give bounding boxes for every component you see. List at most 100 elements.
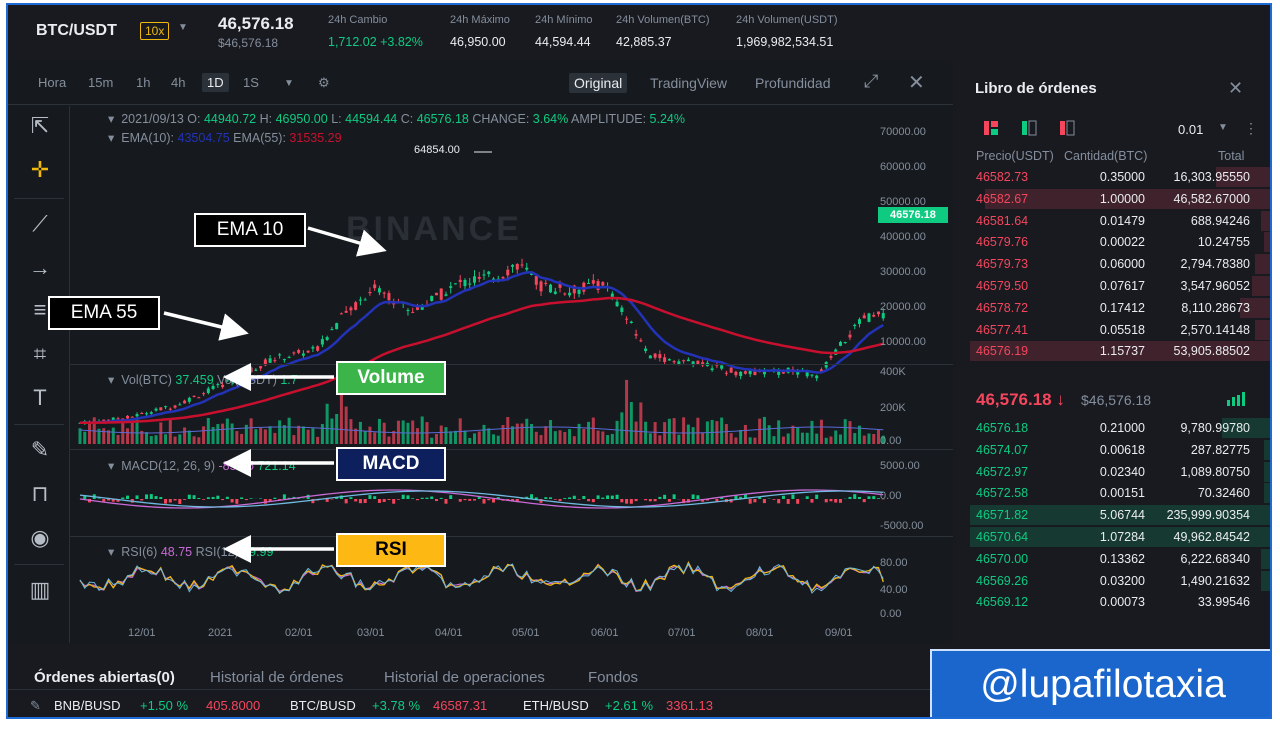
timeframe-1h[interactable]: 1h <box>136 75 150 90</box>
macd-bar <box>282 494 286 499</box>
view-profundidad[interactable]: Profundidad <box>755 75 831 91</box>
tab-funds[interactable]: Fondos <box>588 669 638 686</box>
ticker-pair[interactable]: BTC/BUSD <box>290 698 356 713</box>
candle-body <box>682 360 686 362</box>
cursor-icon[interactable]: ⇱ <box>26 112 54 140</box>
tab-open-orders[interactable]: Órdenes abiertas(0) <box>34 669 175 686</box>
macd-bar <box>449 495 453 499</box>
volume-usdt-label: Vol(USDT) <box>217 373 277 387</box>
chevron-down-icon[interactable]: ▾ <box>108 131 118 145</box>
more-icon[interactable]: ⋮ <box>1244 120 1258 137</box>
volume-bar <box>173 436 177 444</box>
chevron-down-icon[interactable]: ▾ <box>108 545 118 559</box>
ask-row[interactable]: 46579.50 0.07617 3,547.96052 <box>956 275 1270 297</box>
candle-body <box>254 369 258 371</box>
chevron-down-icon[interactable]: ▼ <box>1218 122 1228 133</box>
macd-bar <box>183 499 187 500</box>
lock-icon[interactable]: ⊓ <box>26 480 54 508</box>
candle-body <box>349 307 353 311</box>
trash-icon[interactable]: ▥ <box>26 576 54 604</box>
legend-o-label: O: <box>187 112 201 126</box>
candle-body <box>872 314 876 317</box>
close-icon[interactable]: ✕ <box>908 70 925 95</box>
candle-body <box>853 324 857 327</box>
macd-bar <box>568 497 572 499</box>
bid-row[interactable]: 46569.26 0.03200 1,490.21632 <box>956 570 1270 592</box>
bid-row[interactable]: 46576.18 0.21000 9,780.99780 <box>956 417 1270 439</box>
ask-row[interactable]: 46578.72 0.17412 8,110.28673 <box>956 297 1270 319</box>
expand-icon[interactable]: ⤢ <box>864 71 878 92</box>
tab-order-history[interactable]: Historial de órdenes <box>210 669 343 686</box>
ticker-pair[interactable]: BNB/BUSD <box>54 698 120 713</box>
annotation-volume: Volume <box>336 361 446 395</box>
row-total: 49,962.84542 <box>1173 530 1250 544</box>
chevron-down-icon[interactable]: ▼ <box>284 78 294 89</box>
candle-body <box>625 318 629 320</box>
text-icon[interactable]: T <box>26 384 54 412</box>
ask-row[interactable]: 46579.76 0.00022 10.24755 <box>956 231 1270 253</box>
eye-icon[interactable]: ◉ <box>26 524 54 552</box>
book-asks-icon[interactable] <box>1058 119 1076 137</box>
legend-low: 44594.44 <box>345 112 398 126</box>
ask-row[interactable]: 46579.73 0.06000 2,794.78380 <box>956 253 1270 275</box>
bid-row[interactable]: 46574.07 0.00618 287.82775 <box>956 439 1270 461</box>
chevron-down-icon[interactable]: ▼ <box>178 22 188 33</box>
volume-bar <box>824 437 828 444</box>
ask-row[interactable]: 46581.64 0.01479 688.94246 <box>956 210 1270 232</box>
timeframe-hora[interactable]: Hora <box>38 75 66 90</box>
timeframe-15m[interactable]: 15m <box>88 75 113 90</box>
tab-trade-history[interactable]: Historial de operaciones <box>384 669 545 686</box>
ohlc-legend: ▾ 2021/09/13 O: 44940.72 H: 46950.00 L: … <box>108 111 685 126</box>
timeframe-4h[interactable]: 4h <box>171 75 185 90</box>
candle-body <box>472 276 476 283</box>
view-original[interactable]: Original <box>569 73 628 93</box>
macd-bar <box>206 497 210 499</box>
bid-row[interactable]: 46570.64 1.07284 49,962.84542 <box>956 526 1270 548</box>
shape-icon[interactable]: ⌗ <box>26 340 54 368</box>
view-tradingview[interactable]: TradingView <box>650 75 727 91</box>
chevron-down-icon[interactable]: ▾ <box>108 459 118 473</box>
macd-bar <box>420 497 424 499</box>
settings-sliders-icon[interactable]: ⚙ <box>318 75 330 91</box>
bid-row[interactable]: 46572.58 0.00151 70.32460 <box>956 482 1270 504</box>
row-price: 46572.97 <box>976 464 1029 479</box>
ask-row[interactable]: 46576.19 1.15737 53,905.88502 <box>956 340 1270 362</box>
ask-row[interactable]: 46582.67 1.00000 46,582.67000 <box>956 188 1270 210</box>
close-icon[interactable]: ✕ <box>1228 78 1243 99</box>
current-price-tag: 46576.18 <box>878 207 948 223</box>
ticker-price: 3361.13 <box>666 698 713 713</box>
edit-icon[interactable]: ✎ <box>26 436 54 464</box>
volume-bar <box>615 420 619 444</box>
symbol-selector[interactable]: BTC/USDT <box>36 22 117 40</box>
volume-bar <box>387 436 391 444</box>
ask-row[interactable]: 46577.41 0.05518 2,570.14148 <box>956 319 1270 341</box>
edit-icon[interactable]: ✎ <box>30 698 41 714</box>
ticker-pair[interactable]: ETH/BUSD <box>523 698 589 713</box>
candle-body <box>430 295 434 301</box>
ask-row[interactable]: 46582.73 0.35000 16,303.95550 <box>956 166 1270 188</box>
arrow-right-icon[interactable]: → <box>26 254 54 282</box>
volume-bar <box>325 403 329 444</box>
macd-axis-label: 0.00 <box>880 490 902 502</box>
macd-bar <box>392 499 396 504</box>
precision-select[interactable]: 0.01 <box>1178 122 1203 137</box>
candle-body <box>453 283 457 285</box>
book-bids-icon[interactable] <box>1020 119 1038 137</box>
bid-row[interactable]: 46571.82 5.06744 235,999.90354 <box>956 504 1270 526</box>
bid-row[interactable]: 46572.97 0.02340 1,089.80750 <box>956 461 1270 483</box>
timeframe-1s[interactable]: 1S <box>243 75 259 90</box>
bid-row[interactable]: 46570.00 0.13362 6,222.68340 <box>956 548 1270 570</box>
ticker-price: 405.8000 <box>206 698 261 713</box>
macd-label: MACD(12, 26, 9) <box>121 459 216 473</box>
tool-divider <box>14 564 64 565</box>
timeframe-1d[interactable]: 1D <box>202 73 229 92</box>
chevron-down-icon[interactable]: ▾ <box>108 112 118 126</box>
trendline-icon[interactable]: ⟋ <box>26 210 54 238</box>
crosshair-icon[interactable]: ✛ <box>26 156 54 184</box>
row-qty: 0.00151 <box>1099 486 1145 501</box>
book-both-icon[interactable] <box>982 119 1000 137</box>
chevron-down-icon[interactable]: ▾ <box>108 373 118 387</box>
bid-row[interactable]: 46569.12 0.00073 33.99546 <box>956 591 1270 613</box>
time-axis-label: 08/01 <box>746 627 774 639</box>
leverage-badge[interactable]: 10x <box>140 22 170 40</box>
